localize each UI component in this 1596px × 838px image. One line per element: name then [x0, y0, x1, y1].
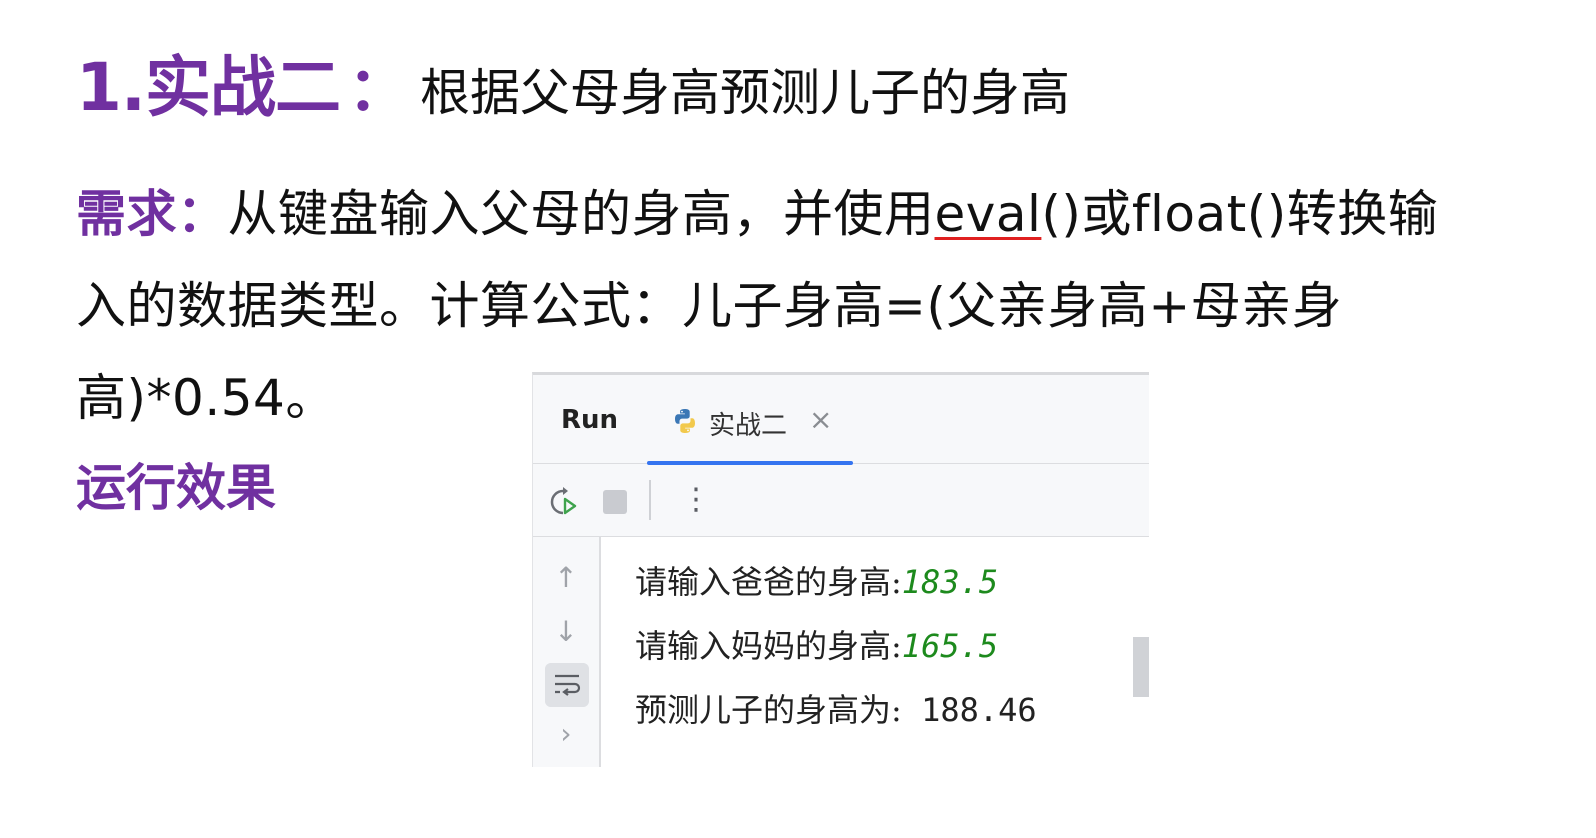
run-toolbar: ⋮	[533, 464, 1149, 537]
run-panel: Run 实战二 × ⋮ ↑ ↓ › 请输入爸爸的身高:183.5 请输入妈妈的身…	[532, 372, 1149, 767]
tab-label: 实战二	[709, 411, 788, 441]
stop-icon[interactable]	[603, 490, 627, 514]
console-result-value: 188.46	[901, 691, 1037, 729]
more-icon[interactable]: ⋮	[681, 480, 711, 520]
title-subtitle: 根据父母身高预测儿子的身高	[420, 64, 1070, 122]
rerun-icon[interactable]	[547, 486, 579, 518]
toolbar-separator	[649, 480, 651, 520]
console-line: 预测儿子的身高为: 188.46	[635, 685, 1037, 731]
console-line: 请输入妈妈的身高:165.5	[635, 621, 998, 667]
scroll-up-icon[interactable]: ↑	[551, 563, 581, 593]
slide-title: 1.实战二：根据父母身高预测儿子的身高	[76, 34, 1070, 130]
console-input-value: 183.5	[901, 563, 999, 601]
console-line: 请输入爸爸的身高:183.5	[635, 557, 998, 603]
console-prompt: 请输入妈妈的身高:	[635, 627, 902, 665]
run-label: Run	[561, 405, 619, 435]
effect-label: 运行效果	[76, 459, 276, 517]
tab-run-config[interactable]: 实战二 ×	[643, 375, 853, 465]
console-prompt: 预测儿子的身高为:	[635, 691, 902, 729]
expand-icon[interactable]: ›	[551, 719, 581, 749]
console-input-value: 165.5	[901, 627, 999, 665]
title-colon: ：	[348, 55, 408, 125]
soft-wrap-icon[interactable]	[545, 663, 589, 707]
console-prompt: 请输入爸爸的身高:	[635, 563, 902, 601]
title-main: 1.实战二	[76, 49, 341, 126]
scroll-down-icon[interactable]: ↓	[551, 617, 581, 647]
console-gutter: ↑ ↓ ›	[533, 537, 601, 767]
requirement-label: 需求：	[76, 185, 228, 243]
python-icon	[675, 409, 695, 433]
close-icon[interactable]: ×	[809, 403, 832, 436]
scrollbar-thumb[interactable]	[1133, 637, 1149, 697]
requirement-text-1: 从键盘输入父母的身高，并使用	[227, 185, 935, 243]
requirement-eval: eval	[934, 185, 1042, 243]
console-output[interactable]: 请输入爸爸的身高:183.5 请输入妈妈的身高:165.5 预测儿子的身高为: …	[601, 537, 1149, 767]
run-tabbar: Run 实战二 ×	[533, 375, 1149, 465]
